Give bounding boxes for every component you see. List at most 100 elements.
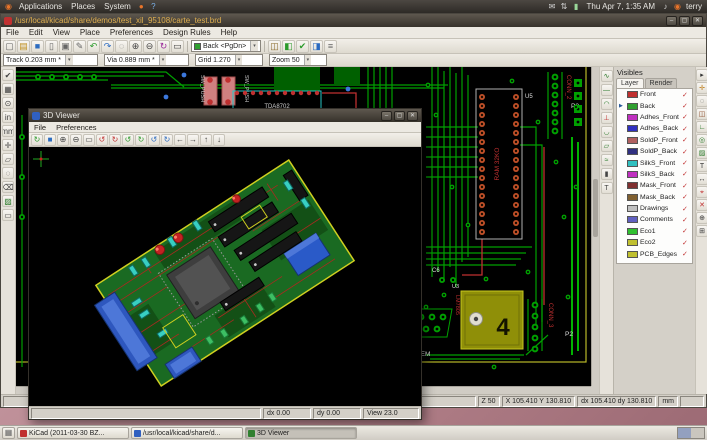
grid-toggle-icon[interactable]: ▦ [2,83,14,95]
distro-menu-icon[interactable]: ◉ [3,0,14,13]
label-sw-push-2[interactable]: SW_PUSH [243,75,249,102]
layer-row[interactable]: Front ✓ [617,89,692,100]
panel-menu[interactable]: Places [67,2,99,11]
new-board-icon[interactable]: ▢ [3,40,16,53]
undo-icon[interactable]: ↶ [87,40,100,53]
layer-row[interactable]: SoldP_Front ✓ [617,135,692,146]
open-board-icon[interactable]: ▤ [17,40,30,53]
autodel-track-icon[interactable]: ⌫ [2,181,14,193]
label-p2[interactable]: P2 [565,331,573,338]
units-mm-icon[interactable]: mm [2,125,14,137]
add-target-icon[interactable]: ⌖ [696,186,707,198]
help-icon[interactable]: ? [148,0,159,13]
zoom-in-icon[interactable]: ⊕ [129,40,142,53]
zoom-fit-icon[interactable]: ▭ [83,134,95,146]
drc-check-icon[interactable]: ✔ [296,40,309,53]
menu-item[interactable]: Help [216,28,242,37]
layer-row[interactable]: PCB_Edges ✓ [617,248,692,259]
rotate-z-right-icon[interactable]: ↻ [161,134,173,146]
add-track-icon[interactable]: ∟ [696,121,707,133]
rotate-y-right-icon[interactable]: ↻ [135,134,147,146]
layer-visibility-checkbox[interactable]: ✓ [682,113,690,121]
menu-item[interactable]: Design Rules [158,28,216,37]
layer-visibility-checkbox[interactable]: ✓ [682,182,690,190]
layer-select-combo[interactable]: Back <PgDn> ▾ [191,40,261,52]
volume-icon[interactable]: ♪ [660,0,671,13]
rotate-x-left-icon[interactable]: ↺ [96,134,108,146]
layer-row[interactable]: SoldP_Back ✓ [617,146,692,157]
layer-row[interactable]: SilkS_Back ✓ [617,169,692,180]
via-size-combo[interactable]: Via 0.889 mm * ▾ [104,54,189,66]
session-power-icon[interactable]: ◉ [672,0,683,13]
menu-item[interactable]: View [48,28,75,37]
add-zone-icon[interactable]: ▨ [696,147,707,159]
rotate-y-left-icon[interactable]: ↺ [122,134,134,146]
panel-menu[interactable]: Applications [15,2,66,11]
layer-color-swatch[interactable] [627,182,638,189]
delete-icon[interactable]: ✕ [696,199,707,211]
footprint-regulator-selected[interactable]: 4 [461,291,523,349]
menu-item[interactable]: Preferences [105,28,158,37]
mw-filter-icon[interactable]: ≈ [601,154,613,166]
layer-color-swatch[interactable] [627,194,638,201]
workspace-1[interactable] [678,428,691,438]
layer-row[interactable]: Eco2 ✓ [617,237,692,248]
close-button[interactable]: ✕ [692,16,703,26]
show-ratsnest-icon[interactable]: ◌ [696,95,707,107]
footprint-editor-icon[interactable]: ◫ [268,40,281,53]
battery-icon[interactable]: ▮ [571,0,582,13]
units-inch-icon[interactable]: in [2,111,14,123]
polar-coords-icon[interactable]: ⊙ [2,97,14,109]
zoom-in-icon[interactable]: ⊕ [57,134,69,146]
label-c6[interactable]: C6 [432,268,440,274]
plot-icon[interactable]: ✎ [73,40,86,53]
layer-color-swatch[interactable] [627,160,638,167]
track-width-combo[interactable]: Track 0.203 mm * ▾ [3,54,98,66]
board-3d-view[interactable] [29,147,421,406]
zoom-redraw-icon[interactable]: ↻ [157,40,170,53]
layer-visibility-checkbox[interactable]: ✓ [682,239,690,247]
viewer3d-canvas[interactable] [29,147,421,406]
tab-layer[interactable]: Layer [616,78,644,88]
outline-mode-icon[interactable]: ▭ [2,209,14,221]
move-up-icon[interactable]: ↑ [200,134,212,146]
layer-visibility-checkbox[interactable]: ✓ [682,102,690,110]
maximize-button[interactable]: ▢ [394,111,405,121]
layer-visibility-checkbox[interactable]: ✓ [682,205,690,213]
label-regulator[interactable]: LM7805 [454,295,460,315]
panel-menu[interactable]: System [100,2,135,11]
drc-toggle-icon[interactable]: ✔ [2,69,14,81]
mw-poly-icon[interactable]: ▱ [601,140,613,152]
layer-color-swatch[interactable] [627,137,638,144]
taskbar-window-button[interactable]: 3D Viewer [245,427,357,439]
grid-origin-icon[interactable]: ⊞ [696,225,707,237]
network-icon[interactable]: ⇅ [559,0,570,13]
tab-render[interactable]: Render [645,78,678,88]
layer-color-swatch[interactable] [627,251,638,258]
label-ram[interactable]: RAM 32KO [494,148,501,181]
layer-visibility-checkbox[interactable]: ✓ [682,250,690,258]
layer-row[interactable]: Comments ✓ [617,214,692,225]
add-dimension-icon[interactable]: ↔ [696,173,707,185]
layer-pair-icon[interactable]: ◧ [282,40,295,53]
layer-color-swatch[interactable] [627,228,638,235]
save-image-icon[interactable]: ■ [44,134,56,146]
show-desktop-button[interactable]: ▦ [2,427,15,439]
mw-pad-icon[interactable]: ▮ [601,168,613,180]
taskbar-window-button[interactable]: KiCad (2011-03-30 BZ... [17,427,129,439]
ratsnest-icon[interactable]: ▱ [2,153,14,165]
minimize-button[interactable]: – [381,111,392,121]
reload-board-icon[interactable]: ↻ [31,134,43,146]
mw-self-icon[interactable]: ∿ [601,70,613,82]
move-down-icon[interactable]: ↓ [213,134,225,146]
layer-row[interactable]: Adhes_Back ✓ [617,123,692,134]
add-text-icon[interactable]: T [696,160,707,172]
layer-visibility-checkbox[interactable]: ✓ [682,193,690,201]
firefox-icon[interactable]: ● [136,0,147,13]
label-conn2[interactable]: CONN_2 [565,75,571,100]
highlight-net-icon[interactable]: ✛ [696,82,707,94]
zoom-out-icon[interactable]: ⊖ [70,134,82,146]
netlist-icon[interactable]: ≡ [324,40,337,53]
viewer3d-titlebar[interactable]: 3D Viewer – ▢ ✕ [29,109,421,122]
layer-row[interactable]: Adhes_Front ✓ [617,112,692,123]
